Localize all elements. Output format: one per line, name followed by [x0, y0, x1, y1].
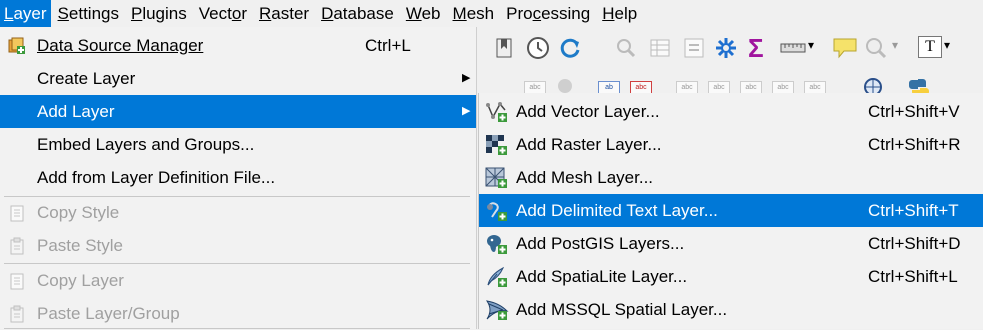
field-calculator-icon[interactable]: [682, 36, 706, 60]
raster-layer-icon: [486, 135, 507, 155]
spatialite-icon: [487, 266, 507, 287]
measure-dropdown-icon[interactable]: ▾: [808, 38, 814, 52]
menu-item-label: Embed Layers and Groups...: [37, 135, 255, 154]
submenu-item-add-delimited-text-layer[interactable]: Add Delimited Text Layer... Ctrl+Shift+T: [479, 194, 983, 227]
menu-item-label: Data Source Manager: [37, 36, 204, 55]
menu-mesh[interactable]: Mesh: [448, 0, 500, 27]
submenu-arrow-icon: ▶: [462, 72, 471, 84]
paste-layer-icon: [10, 305, 24, 323]
menu-item-copy-style[interactable]: Copy Style: [0, 196, 476, 229]
layer-menu: Data Source Manager Ctrl+L Create Layer …: [0, 27, 477, 329]
menu-item-label: Paste Layer/Group: [37, 304, 180, 323]
menu-item-label: Paste Style: [37, 236, 123, 255]
menu-item-copy-layer[interactable]: Copy Layer: [0, 264, 476, 297]
submenu-item-add-raster-layer[interactable]: Add Raster Layer... Ctrl+Shift+R: [479, 128, 983, 161]
toolbar-main: Σ ▾ ▾ T ▾: [478, 27, 983, 71]
shortcut-label: Ctrl+Shift+T: [868, 201, 959, 220]
zoom-dropdown-icon[interactable]: ▾: [892, 38, 898, 52]
shortcut-label: Ctrl+Shift+V: [868, 102, 960, 121]
clock-icon[interactable]: [526, 36, 550, 60]
copy-style-icon: [10, 205, 24, 222]
menu-raster[interactable]: Raster: [254, 0, 314, 27]
menu-vector[interactable]: Vector: [194, 0, 252, 27]
text-annotation-icon[interactable]: T: [918, 36, 942, 58]
identify-icon[interactable]: [614, 36, 638, 60]
attribute-table-icon[interactable]: [648, 36, 672, 60]
submenu-arrow-icon: ▶: [462, 105, 471, 117]
refresh-icon[interactable]: [558, 36, 582, 60]
submenu-item-add-mssql-spatial-layer[interactable]: Add MSSQL Spatial Layer...: [479, 293, 983, 326]
submenu-item-add-postgis-layers[interactable]: Add PostGIS Layers... Ctrl+Shift+D: [479, 227, 983, 260]
mesh-layer-icon: [485, 167, 507, 188]
paste-style-icon: [10, 237, 24, 255]
submenu-item-label: Add Mesh Layer...: [516, 168, 654, 187]
submenu-item-label: Add Raster Layer...: [516, 135, 662, 154]
label-pin-icon[interactable]: [558, 79, 572, 93]
menu-item-paste-style[interactable]: Paste Style: [0, 229, 476, 262]
shortcut-label: Ctrl+Shift+D: [868, 234, 961, 253]
annotation-dropdown-icon[interactable]: ▾: [944, 38, 950, 52]
zoom-icon[interactable]: [864, 36, 888, 60]
menu-web[interactable]: Web: [401, 0, 446, 27]
menu-item-create-layer[interactable]: Create Layer ▶: [0, 62, 476, 95]
menu-help[interactable]: Help: [597, 0, 642, 27]
menu-layer[interactable]: Layer: [0, 0, 51, 27]
delimited-text-icon: [487, 202, 507, 221]
menu-item-label: Add from Layer Definition File...: [37, 168, 276, 187]
menu-item-paste-layer-group[interactable]: Paste Layer/Group: [0, 297, 476, 330]
menubar: Layer Settings Plugins Vector Raster Dat…: [0, 0, 983, 27]
menu-item-label: Copy Layer: [37, 271, 124, 290]
menu-item-label: Copy Style: [37, 203, 120, 222]
menu-item-add-from-definition[interactable]: Add from Layer Definition File...: [0, 161, 476, 194]
submenu-item-add-spatialite-layer[interactable]: Add SpatiaLite Layer... Ctrl+Shift+L: [479, 260, 983, 293]
map-tips-icon[interactable]: [832, 36, 858, 60]
postgis-icon: [487, 235, 507, 254]
data-source-manager-icon: [8, 37, 25, 54]
mssql-icon: [485, 300, 509, 320]
submenu-item-label: Add SpatiaLite Layer...: [516, 267, 688, 286]
menu-processing[interactable]: Processing: [501, 0, 595, 27]
submenu-item-label: Add Delimited Text Layer...: [516, 201, 718, 220]
copy-layer-icon: [10, 273, 24, 290]
menu-item-label: Create Layer: [37, 69, 136, 88]
submenu-item-label: Add MSSQL Spatial Layer...: [516, 300, 728, 319]
submenu-item-add-mesh-layer[interactable]: Add Mesh Layer...: [479, 161, 983, 194]
menu-item-data-source-manager[interactable]: Data Source Manager Ctrl+L: [0, 29, 476, 62]
shortcut-label: Ctrl+Shift+R: [868, 135, 961, 154]
add-layer-submenu: Add Vector Layer... Ctrl+Shift+V Add Ras…: [478, 93, 983, 329]
menu-settings[interactable]: Settings: [53, 0, 124, 27]
menu-item-embed-layers[interactable]: Embed Layers and Groups...: [0, 128, 476, 161]
statistics-sigma-icon[interactable]: Σ: [748, 33, 764, 64]
submenu-item-label: Add Vector Layer...: [516, 102, 660, 121]
menu-item-label: Add Layer: [37, 102, 115, 121]
measure-icon[interactable]: [780, 39, 806, 57]
shortcut-label: Ctrl+L: [365, 36, 411, 55]
submenu-item-label: Add PostGIS Layers...: [516, 234, 685, 253]
bookmark-icon[interactable]: [494, 37, 516, 59]
processing-toolbox-icon[interactable]: [714, 36, 738, 60]
menu-plugins[interactable]: Plugins: [126, 0, 192, 27]
menu-database[interactable]: Database: [316, 0, 399, 27]
shortcut-label: Ctrl+Shift+L: [868, 267, 958, 286]
submenu-item-add-vector-layer[interactable]: Add Vector Layer... Ctrl+Shift+V: [479, 95, 983, 128]
vector-layer-icon: [486, 102, 507, 122]
menu-item-add-layer[interactable]: Add Layer ▶: [0, 95, 476, 128]
